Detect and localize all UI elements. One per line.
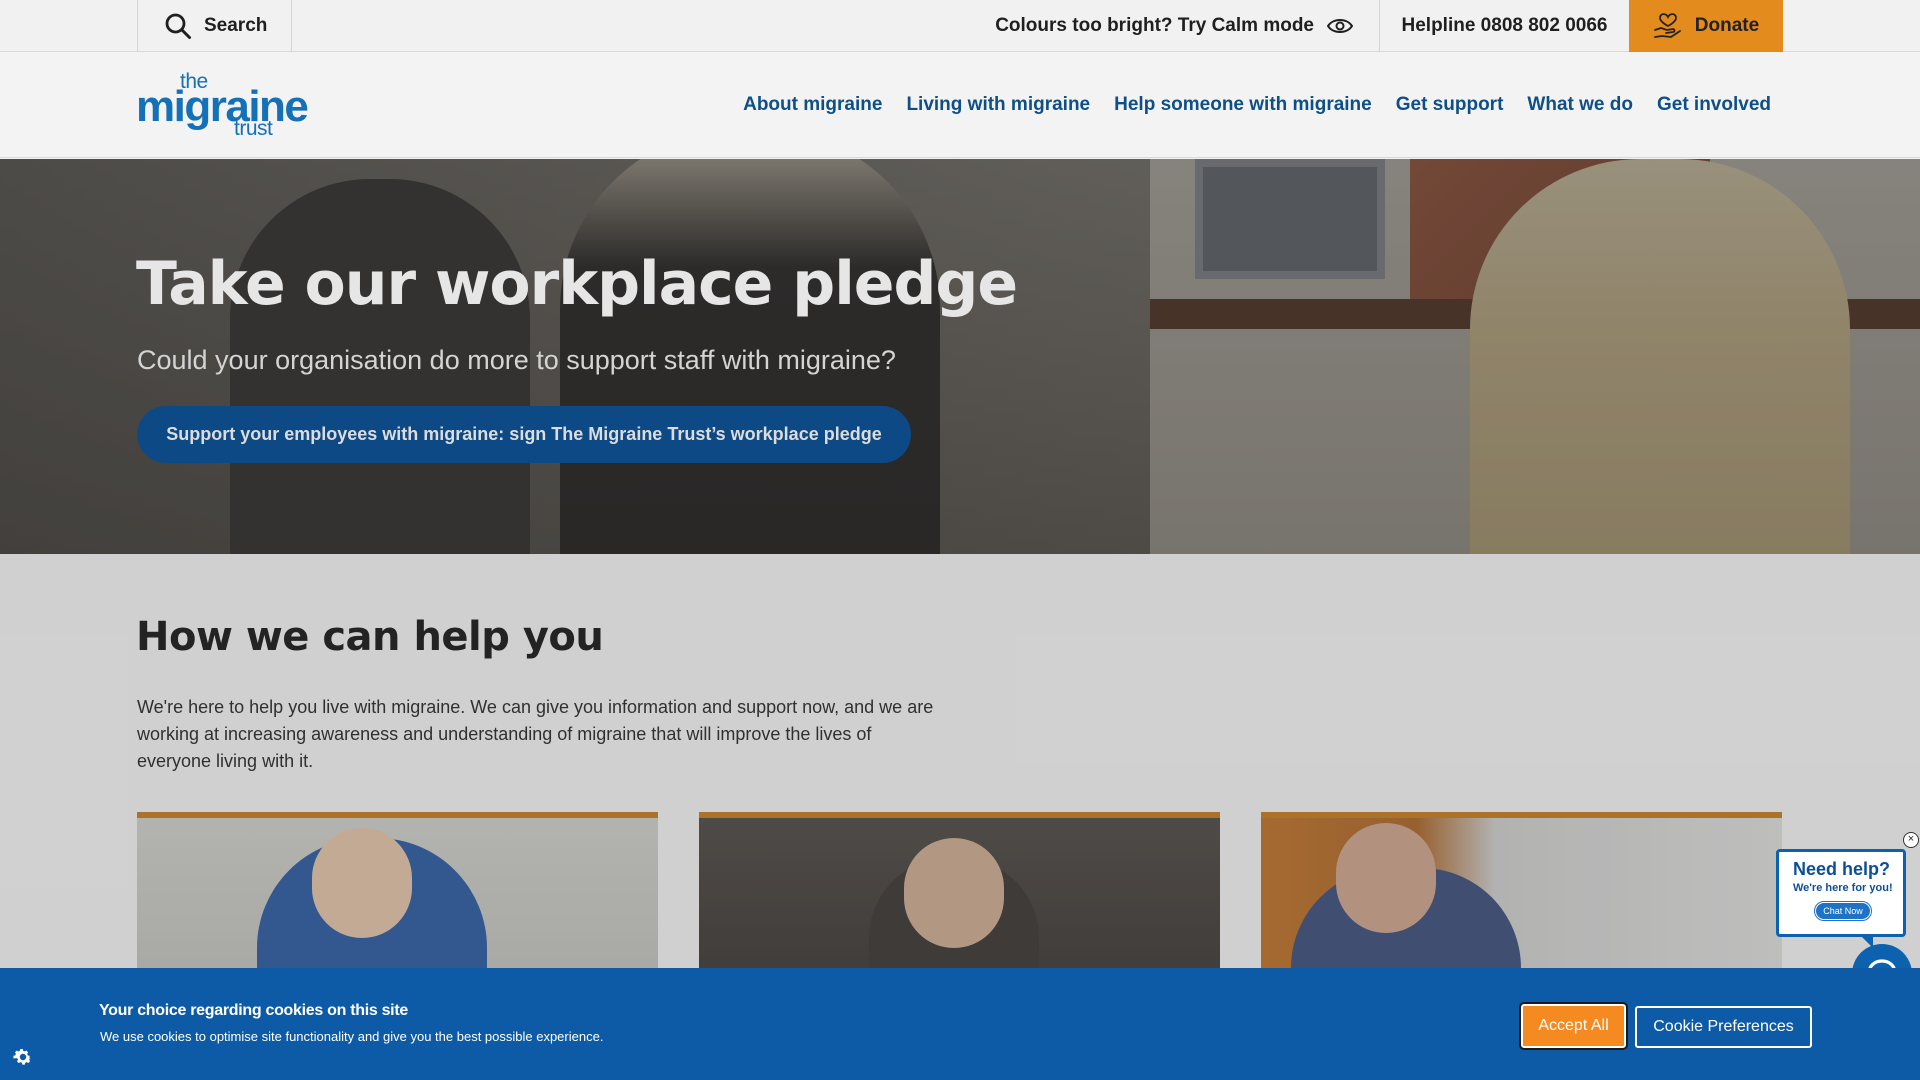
donate-label: Donate (1694, 15, 1760, 36)
workplace-pledge-button[interactable]: Support your employees with migraine: si… (137, 406, 911, 463)
calm-mode-toggle[interactable]: Colours too bright? Try Calm mode (960, 0, 1380, 52)
cookie-preferences-button[interactable]: Cookie Preferences (1635, 1006, 1812, 1048)
cookie-banner: Your choice regarding cookies on this si… (0, 968, 1920, 1080)
chat-close-button[interactable]: × (1903, 832, 1919, 848)
donate-heart-hand-icon (1653, 13, 1681, 38)
main-nav: About migraine Living with migraine Help… (743, 52, 1771, 158)
nav-get-involved[interactable]: Get involved (1657, 94, 1771, 116)
donate-button[interactable]: Donate (1629, 0, 1783, 52)
chat-heading: Need help? (1793, 859, 1891, 879)
helpline-link[interactable]: Helpline 0808 802 0066 (1379, 0, 1629, 52)
chat-now-button[interactable]: Chat Now (1814, 901, 1872, 921)
section-body: We're here to help you live with migrain… (137, 697, 934, 771)
nav-about-migraine[interactable]: About migraine (743, 94, 882, 116)
card-photo-face (312, 828, 412, 938)
utility-bar: Search Colours too bright? Try Calm mode… (0, 0, 1920, 52)
card-photo-face (1336, 823, 1436, 933)
cookie-text: We use cookies to optimise site function… (100, 1029, 604, 1044)
search-button[interactable]: Search (137, 0, 292, 52)
logo-text-migraine: migraine (136, 82, 309, 131)
need-help-chat-bubble[interactable]: Need help? We're here for you! Chat Now (1776, 849, 1906, 948)
search-label: Search (204, 15, 268, 36)
nav-what-we-do[interactable]: What we do (1527, 94, 1633, 116)
section-title: How we can help you (136, 614, 604, 660)
chat-subheading: We're here for you! (1793, 882, 1893, 894)
calm-mode-label: Colours too bright? Try Calm mode (995, 15, 1314, 36)
site-logo[interactable]: the migraine trust (136, 70, 309, 140)
cookie-gear-icon[interactable] (12, 1046, 34, 1068)
logo-text-trust: trust (234, 117, 273, 140)
nav-get-support[interactable]: Get support (1396, 94, 1504, 116)
accept-all-cookies-button[interactable]: Accept All (1519, 1002, 1628, 1050)
site-header: the migraine trust About migraine Living… (0, 52, 1920, 158)
eye-icon (1326, 19, 1354, 33)
nav-living-with-migraine[interactable]: Living with migraine (906, 94, 1090, 116)
hero-title: Take our workplace pledge (136, 249, 1018, 319)
card-photo-face (904, 838, 1004, 948)
cookie-title: Your choice regarding cookies on this si… (99, 1002, 408, 1019)
hero-subtitle: Could your organisation do more to suppo… (137, 345, 896, 375)
nav-help-someone[interactable]: Help someone with migraine (1114, 94, 1372, 116)
search-icon (165, 13, 191, 39)
hero-banner: Take our workplace pledge Could your org… (0, 159, 1920, 554)
helpline-text: Helpline 0808 802 0066 (1401, 15, 1608, 36)
